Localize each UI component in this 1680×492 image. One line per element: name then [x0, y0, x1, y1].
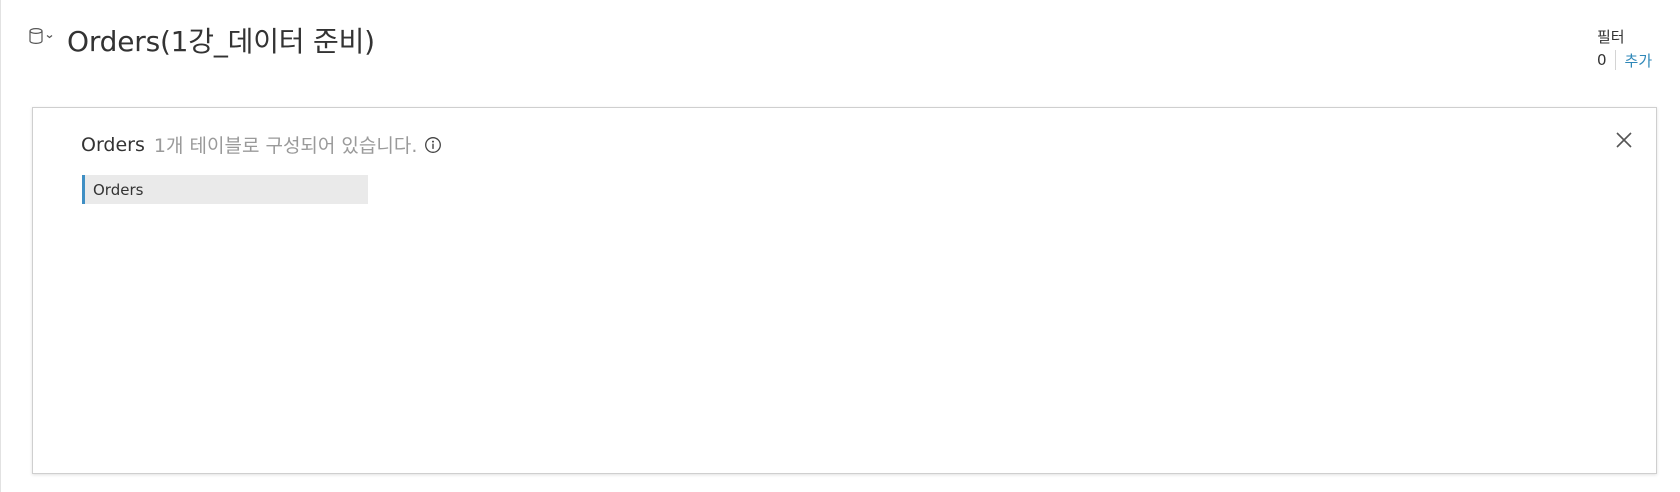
filters-section: 필터 0 추가 — [1597, 26, 1677, 71]
info-icon[interactable] — [424, 136, 442, 154]
table-item-label: Orders — [93, 180, 144, 199]
table-item-orders[interactable]: Orders — [82, 175, 368, 204]
panel-table-name: Orders — [81, 133, 145, 156]
page-header: Orders(1강_데이터 준비) — [28, 18, 375, 62]
add-filter-link[interactable]: 추가 — [1625, 50, 1653, 71]
data-source-page: Orders(1강_데이터 준비) 필터 0 추가 Orders 1개 테이블로… — [0, 0, 1680, 492]
panel-description: 1개 테이블로 구성되어 있습니다. — [153, 135, 418, 157]
table-summary-panel: Orders 1개 테이블로 구성되어 있습니다. Orders — [32, 107, 1657, 474]
filters-label: 필터 — [1597, 28, 1625, 46]
chevron-down-icon — [46, 35, 53, 39]
filters-row: 0 추가 — [1597, 49, 1677, 71]
filters-divider — [1614, 50, 1616, 70]
page-title: Orders(1강_데이터 준비) — [67, 25, 375, 58]
datasource-menu-button[interactable] — [28, 25, 58, 49]
filters-count: 0 — [1597, 51, 1607, 69]
panel-heading: Orders 1개 테이블로 구성되어 있습니다. — [81, 131, 442, 158]
database-icon — [29, 27, 53, 44]
close-icon[interactable] — [1614, 130, 1634, 150]
